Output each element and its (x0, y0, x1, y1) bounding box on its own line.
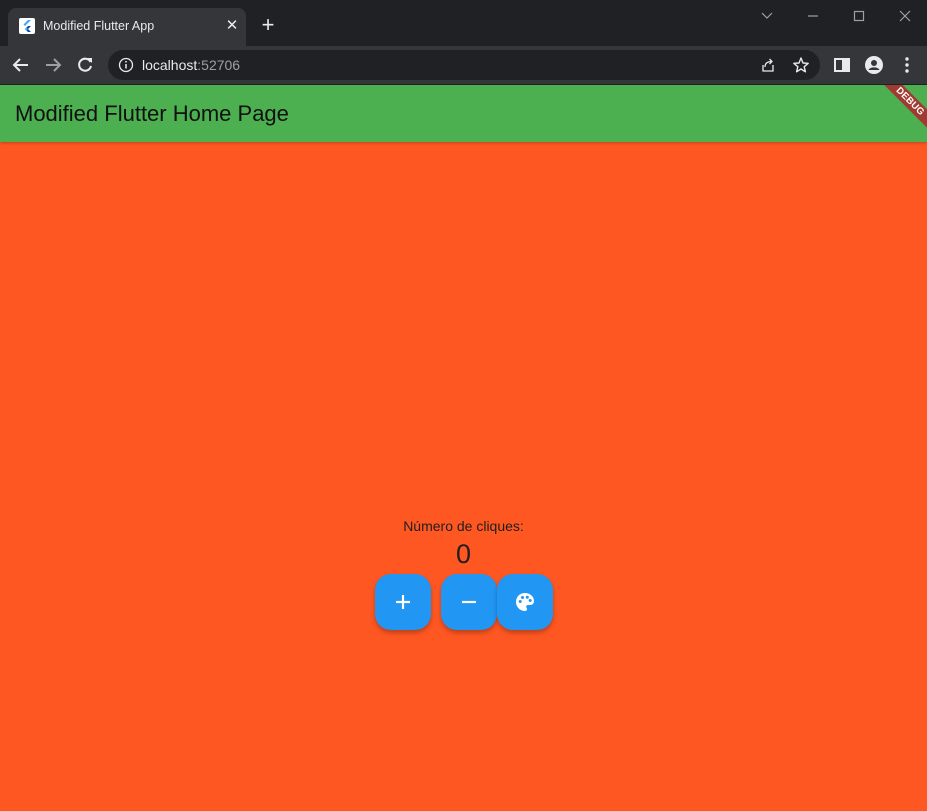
page-title: Modified Flutter Home Page (15, 101, 289, 126)
counter-value: 0 (455, 539, 472, 569)
add-icon (396, 595, 410, 609)
forward-icon[interactable] (42, 54, 64, 76)
window-close-icon[interactable] (890, 4, 920, 28)
menu-icon[interactable] (896, 54, 918, 76)
tab-strip: Modified Flutter App ✕ + (0, 0, 927, 46)
increment-button[interactable] (375, 574, 431, 630)
tab-search-icon[interactable] (752, 4, 782, 28)
info-icon[interactable] (118, 57, 134, 73)
remove-icon (462, 600, 476, 604)
minimize-icon[interactable] (798, 4, 828, 28)
address-bar[interactable]: localhost:52706 (108, 50, 820, 80)
new-tab-button[interactable]: + (258, 14, 278, 36)
share-icon[interactable] (760, 57, 776, 73)
counter-label: Número de cliques: (403, 518, 524, 534)
decrement-button[interactable] (441, 574, 497, 630)
app-bar: Modified Flutter Home Page (0, 85, 927, 142)
flutter-icon (19, 18, 35, 34)
profile-icon[interactable] (863, 54, 885, 76)
browser-toolbar: localhost:52706 (0, 46, 927, 84)
tab-title: Modified Flutter App (43, 19, 155, 33)
url-text: localhost:52706 (142, 57, 240, 73)
url-host: localhost (142, 57, 198, 73)
star-icon[interactable] (792, 56, 810, 74)
app-body: Modified Flutter Home Page DEBUG Número … (0, 85, 927, 811)
side-panel-icon[interactable] (831, 54, 853, 76)
palette-icon (516, 593, 534, 611)
close-tab-icon[interactable]: ✕ (223, 17, 241, 35)
browser-tab[interactable]: Modified Flutter App ✕ (8, 8, 246, 46)
maximize-icon[interactable] (844, 4, 874, 28)
change-color-button[interactable] (497, 574, 553, 630)
reload-icon[interactable] (74, 54, 96, 76)
back-icon[interactable] (10, 54, 32, 76)
url-port: :52706 (197, 57, 241, 73)
